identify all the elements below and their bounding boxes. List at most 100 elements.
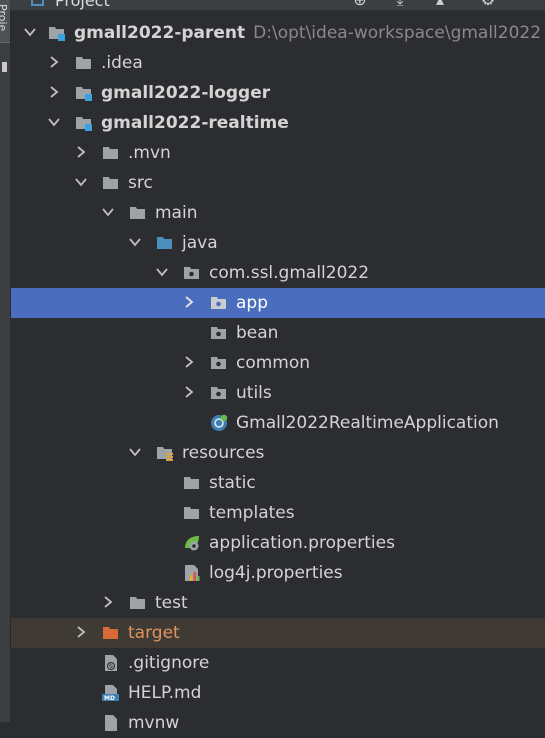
node-label: utils (236, 383, 272, 403)
tree-node-test[interactable]: test (11, 588, 545, 618)
resources-folder-icon (156, 444, 174, 462)
folder-icon (129, 204, 147, 222)
folder-icon (102, 144, 120, 162)
properties-file-icon (183, 564, 201, 582)
chevron-down-icon[interactable] (129, 446, 141, 458)
tree-node-static[interactable]: static (11, 468, 545, 498)
node-label: main (155, 203, 198, 223)
tree-node-templates[interactable]: templates (11, 498, 545, 528)
project-tool-tab-label: Proje (0, 4, 9, 32)
expand-icon[interactable]: ▴ (431, 0, 449, 9)
svg-text:MD: MD (104, 695, 115, 702)
package-icon (210, 354, 228, 372)
folder-icon (183, 474, 201, 492)
chevron-right-icon[interactable] (48, 86, 60, 98)
chevron-right-icon[interactable] (183, 356, 195, 368)
node-label: application.properties (209, 533, 395, 553)
chevron-right-icon[interactable] (183, 386, 195, 398)
panel-title[interactable]: Project (55, 0, 110, 10)
package-icon (210, 384, 228, 402)
chevron-right-icon[interactable] (183, 296, 195, 308)
package-icon (210, 294, 228, 312)
package-icon (210, 324, 228, 342)
tree-node-gmall2022-parent[interactable]: gmall2022-parent D:\opt\idea-workspace\gm… (11, 18, 545, 48)
chevron-right-icon[interactable] (75, 146, 87, 158)
node-label: log4j.properties (209, 563, 343, 583)
module-path: D:\opt\idea-workspace\gmall2022 (253, 23, 542, 43)
chevron-down-icon[interactable] (75, 176, 87, 188)
chevron-down-icon[interactable] (24, 26, 36, 38)
tree-node-gmall2022realtimeapplication[interactable]: Gmall2022RealtimeApplication (11, 408, 545, 438)
node-label: java (182, 233, 218, 253)
module-folder-icon (48, 24, 66, 42)
tree-node-gmall2022-logger[interactable]: gmall2022-logger (11, 78, 545, 108)
tree-node-java[interactable]: java (11, 228, 545, 258)
tool-window-strip: Proje (0, 0, 11, 722)
chevron-right-icon[interactable] (48, 56, 60, 68)
tree-node-gmall2022-realtime[interactable]: gmall2022-realtime (11, 108, 545, 138)
tree-node-src[interactable]: src (11, 168, 545, 198)
gear-icon[interactable]: ⚙ (479, 0, 497, 9)
tree-node-mvn[interactable]: .mvn (11, 138, 545, 168)
tree-node-utils[interactable]: utils (11, 378, 545, 408)
chevron-down-icon[interactable] (156, 266, 168, 278)
node-label: com.ssl.gmall2022 (209, 263, 370, 283)
tree-node-com-ssl-gmall2022[interactable]: com.ssl.gmall2022 (11, 258, 545, 288)
package-icon (183, 264, 201, 282)
node-label: test (155, 593, 188, 613)
source-folder-icon (156, 234, 174, 252)
node-label: bean (236, 323, 279, 343)
module-folder-icon (75, 114, 93, 132)
node-label: .mvn (128, 143, 171, 163)
chevron-down-icon[interactable] (102, 206, 114, 218)
folder-icon (102, 174, 120, 192)
locate-file-icon[interactable]: ⊕ (351, 0, 369, 9)
tree-node-help-md[interactable]: MD HELP.md (11, 678, 545, 708)
node-label: src (128, 173, 153, 193)
node-label: HELP.md (128, 683, 202, 703)
folder-icon (129, 594, 147, 612)
chevron-down-icon[interactable] (129, 236, 141, 248)
project-tree: gmall2022-parent D:\opt\idea-workspace\gm… (11, 18, 545, 733)
tree-node-idea[interactable]: .idea (11, 48, 545, 78)
tree-node-log4j-properties[interactable]: log4j.properties (11, 558, 545, 588)
tab-marker (2, 62, 7, 72)
chevron-right-icon[interactable] (75, 626, 87, 638)
project-view-icon (31, 0, 44, 6)
node-label: gmall2022-realtime (101, 113, 289, 133)
markdown-file-icon: MD (102, 684, 120, 702)
tree-node-resources[interactable]: resources (11, 438, 545, 468)
node-label: resources (182, 443, 265, 463)
file-icon (102, 714, 120, 732)
spring-boot-class-icon (210, 414, 228, 432)
tree-node-bean[interactable]: bean (11, 318, 545, 348)
node-label: gmall2022-parent (74, 23, 246, 43)
tree-node-gitignore[interactable]: .gitignore (11, 648, 545, 678)
node-label: Gmall2022RealtimeApplication (236, 413, 499, 433)
tree-node-application-properties[interactable]: application.properties (11, 528, 545, 558)
node-label: static (209, 473, 256, 493)
tree-node-main[interactable]: main (11, 198, 545, 228)
folder-icon (75, 54, 93, 72)
project-tool-tab[interactable]: Proje (0, 0, 10, 43)
tree-node-mvnw[interactable]: mvnw (11, 708, 545, 738)
tree-node-target[interactable]: target (11, 618, 545, 648)
node-label: templates (209, 503, 295, 523)
chevron-down-icon[interactable] (48, 116, 60, 128)
gitignore-file-icon (102, 654, 120, 672)
tree-node-app[interactable]: app (11, 288, 545, 318)
project-panel-header: Project ⌄ ⊕ ⤓ ▴ ⚙ (10, 0, 545, 11)
collapse-all-icon[interactable]: ⤓ (391, 0, 409, 9)
module-folder-icon (75, 84, 93, 102)
chevron-down-icon[interactable]: ⌄ (140, 0, 151, 4)
node-label: gmall2022-logger (101, 83, 271, 103)
folder-icon (183, 504, 201, 522)
tree-node-common[interactable]: common (11, 348, 545, 378)
spring-properties-icon (183, 534, 201, 552)
node-label: mvnw (128, 713, 180, 733)
node-label: .gitignore (128, 653, 210, 673)
node-label: common (236, 353, 311, 373)
node-label: .idea (101, 53, 143, 73)
excluded-folder-icon (102, 624, 120, 642)
chevron-right-icon[interactable] (102, 596, 114, 608)
